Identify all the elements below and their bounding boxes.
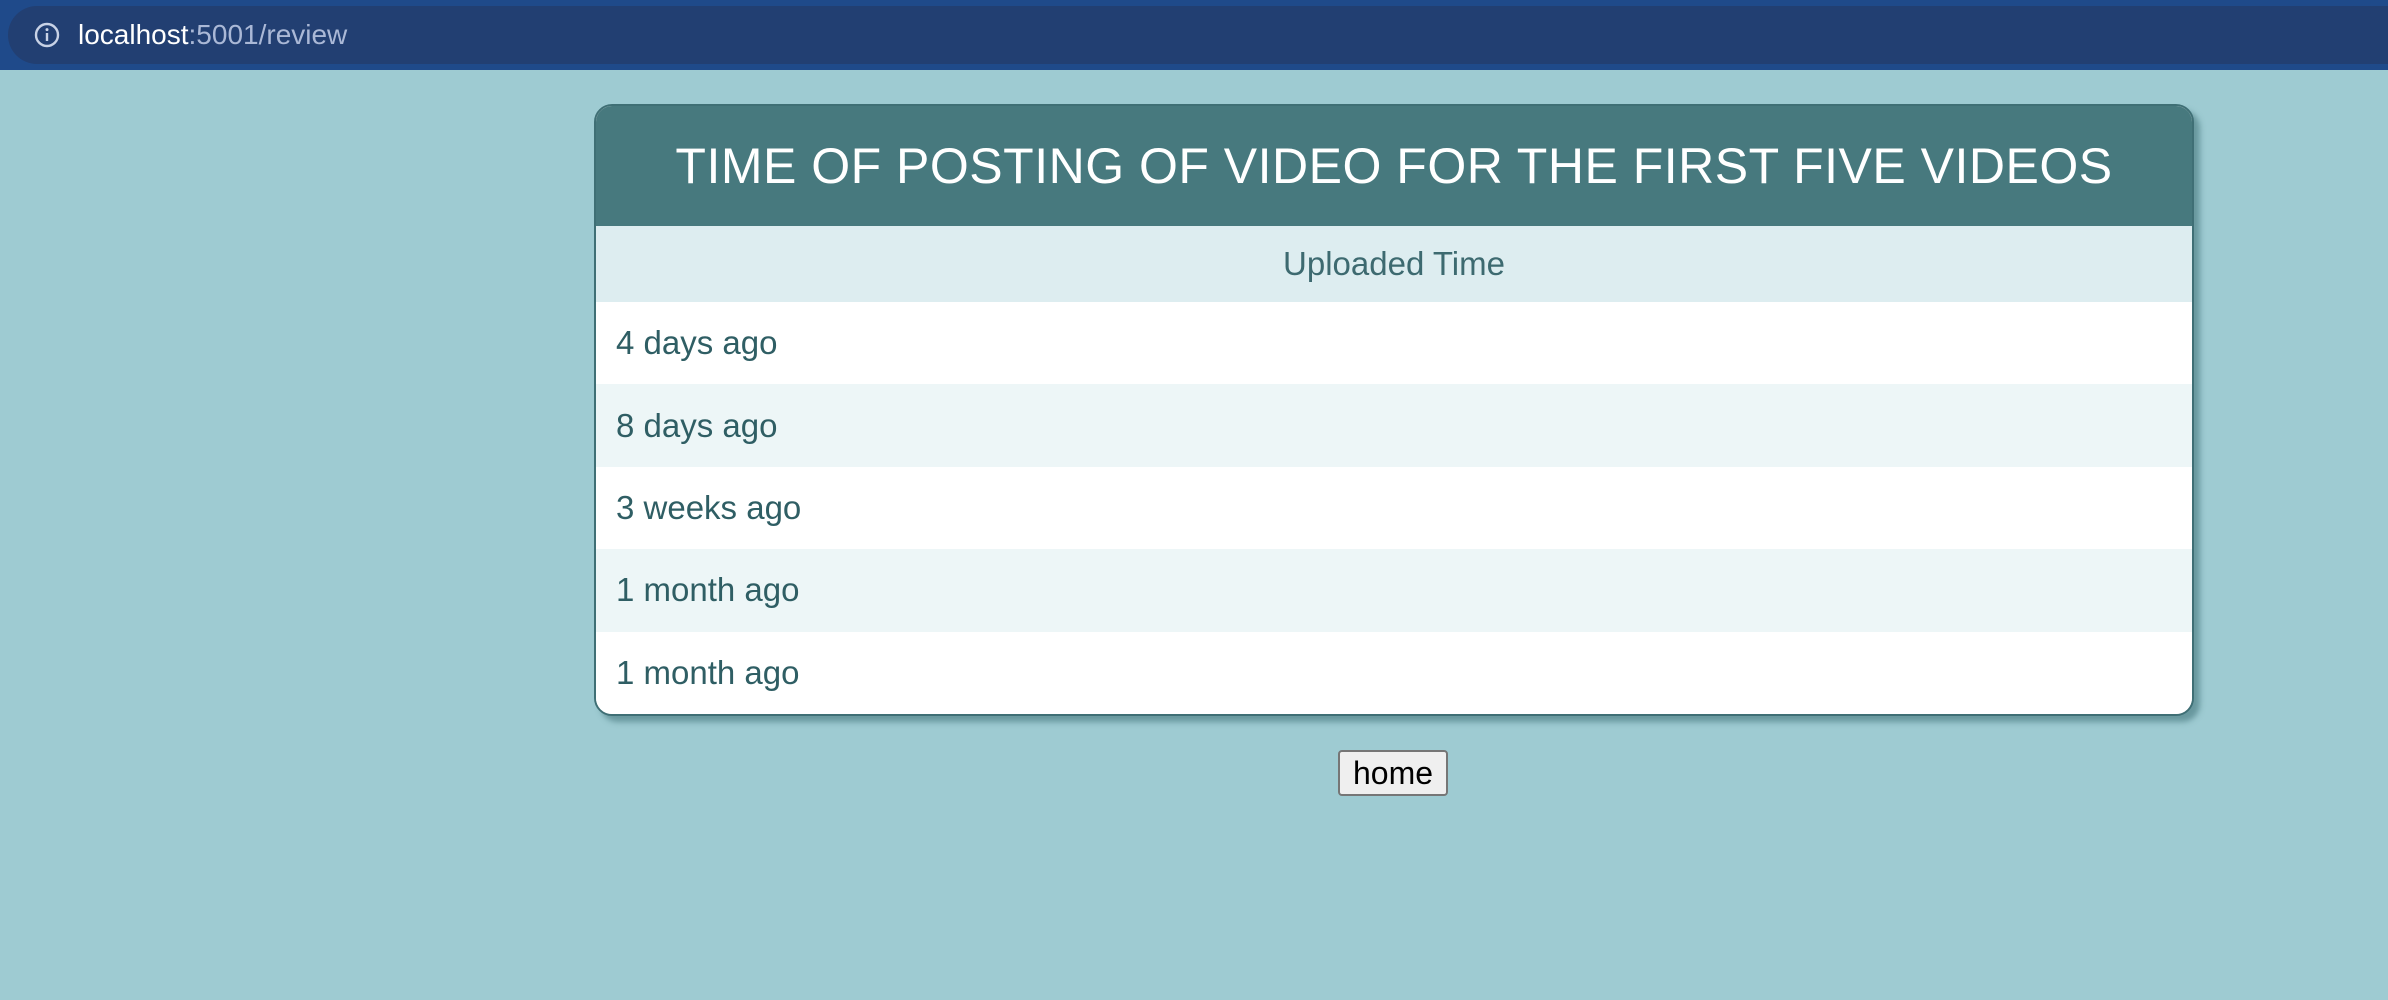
url-field[interactable]: localhost:5001/review [8,6,2388,64]
table-row: 3 weeks ago [596,466,2192,550]
table-row: 1 month ago [596,549,2192,632]
column-header-uploaded-time: Uploaded Time [596,226,2192,302]
url-text[interactable]: localhost:5001/review [78,19,347,51]
info-icon[interactable] [32,20,62,50]
table-row: 1 month ago [596,631,2192,714]
url-host: localhost [78,19,189,50]
table-row: 4 days ago [596,302,2192,385]
table-title: TIME OF POSTING OF VIDEO FOR THE FIRST F… [675,138,2113,194]
url-path: :5001/review [188,19,348,50]
table-header: TIME OF POSTING OF VIDEO FOR THE FIRST F… [596,106,2192,226]
browser-address-bar: localhost:5001/review [0,0,2388,70]
table-row: 8 days ago [596,384,2192,467]
upload-time-table: TIME OF POSTING OF VIDEO FOR THE FIRST F… [594,104,2194,716]
home-button[interactable]: home [1338,750,1448,796]
